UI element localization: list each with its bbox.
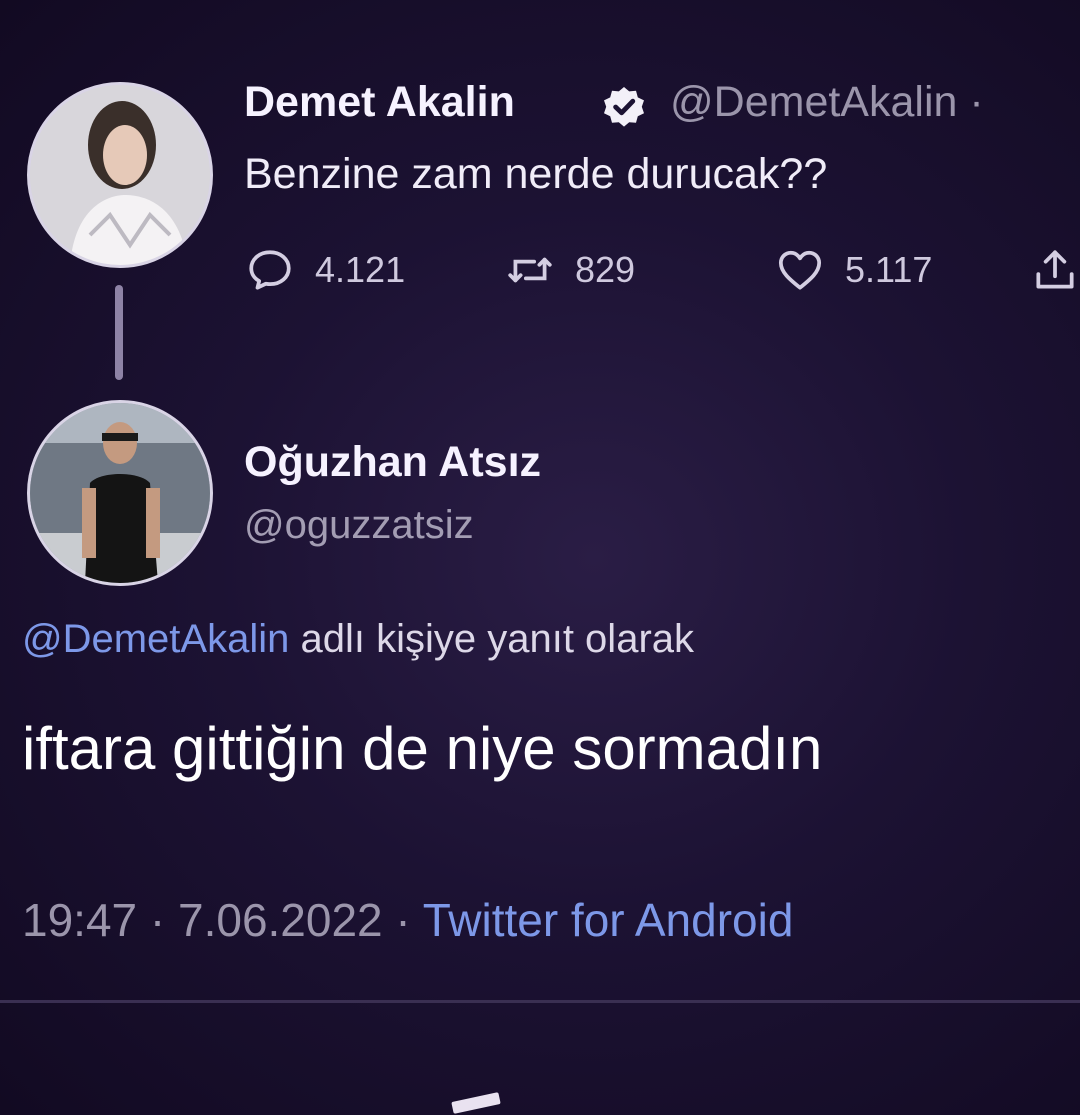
reply-to-suffix: adlı kişiye yanıt olarak bbox=[289, 617, 695, 661]
divider bbox=[0, 1000, 1080, 1003]
avatar-demet[interactable] bbox=[27, 82, 213, 268]
reply-author-handle[interactable]: @oguzzatsiz bbox=[244, 503, 474, 548]
tweet-author-handle[interactable]: @DemetAkalin · bbox=[670, 78, 984, 127]
retweet-icon bbox=[508, 257, 552, 283]
share-button[interactable] bbox=[1030, 245, 1080, 295]
reply-author-name[interactable]: Oğuzhan Atsız bbox=[244, 438, 541, 487]
tweet-text: Benzine zam nerde durucak?? bbox=[244, 150, 828, 198]
tweet-source-link[interactable]: Twitter for Android bbox=[423, 894, 794, 946]
avatar-oguzhan[interactable] bbox=[27, 400, 213, 586]
tweet-author-name[interactable]: Demet Akalin bbox=[244, 78, 515, 127]
reply-to-mention-link[interactable]: @DemetAkalin bbox=[22, 617, 289, 661]
avatar-demet-image bbox=[30, 85, 210, 265]
tweet-screenshot: Demet Akalin @DemetAkalin · Benzine zam … bbox=[0, 0, 1080, 1115]
like-count: 5.117 bbox=[845, 249, 933, 290]
retweet-count: 829 bbox=[575, 249, 636, 290]
verified-badge-icon bbox=[604, 87, 644, 127]
comment-icon bbox=[249, 250, 291, 290]
watermark-sticker bbox=[451, 1092, 501, 1114]
replying-to-line: @DemetAkalin adlı kişiye yanıt olarak bbox=[22, 617, 694, 662]
reply-button[interactable]: 4.121 bbox=[245, 245, 405, 295]
thread-connector-line bbox=[115, 285, 123, 380]
tweet-meta: 19:47 · 7.06.2022 · Twitter for Android bbox=[22, 893, 793, 947]
avatar-oguzhan-image bbox=[30, 403, 210, 583]
share-icon bbox=[1036, 250, 1074, 289]
tweet-timestamp[interactable]: 19:47 · 7.06.2022 · bbox=[22, 894, 423, 946]
retweet-button[interactable]: 829 bbox=[505, 245, 635, 295]
heart-icon bbox=[778, 250, 822, 290]
like-button[interactable]: 5.117 bbox=[775, 245, 932, 295]
reply-text: iftara gittiğin de niye sormadın bbox=[22, 715, 823, 782]
reply-count: 4.121 bbox=[315, 249, 406, 290]
